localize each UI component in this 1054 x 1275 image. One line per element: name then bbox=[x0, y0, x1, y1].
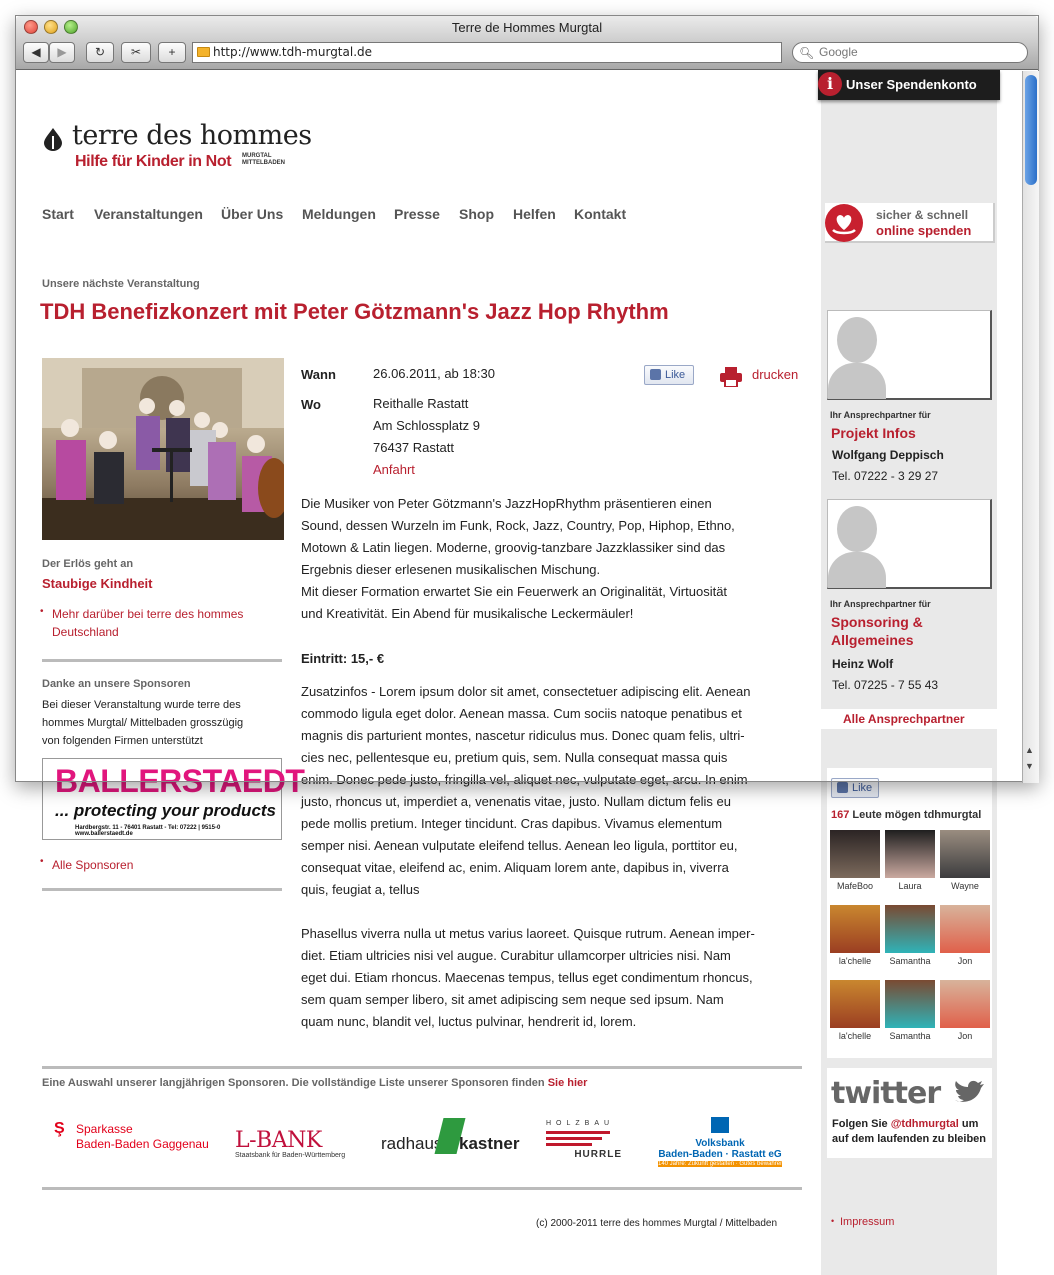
all-sponsors-link[interactable]: Alle Sponsoren bbox=[52, 856, 133, 874]
fan-avatar[interactable]: Samantha bbox=[885, 905, 935, 966]
holzbau-hurrle-logo[interactable]: HOLZBAU HURRLE bbox=[546, 1120, 622, 1170]
twitter-bird-icon bbox=[955, 1080, 984, 1102]
bullet-icon: • bbox=[40, 856, 44, 867]
forward-button[interactable]: ▶ bbox=[49, 42, 75, 63]
extra-info-2: Phasellus viverra nulla ut metus varius … bbox=[301, 926, 755, 1029]
scroll-up-icon[interactable]: ▲ bbox=[1025, 745, 1034, 755]
url-field[interactable]: http://www.tdh-murgtal.de bbox=[192, 42, 782, 63]
like-count: 167 Leute mögen tdhmurgtal bbox=[831, 809, 982, 821]
back-button[interactable]: ◀ bbox=[23, 42, 49, 63]
fan-avatar[interactable]: Laura bbox=[885, 830, 935, 891]
impressum-link[interactable]: Impressum bbox=[840, 1216, 894, 1228]
thumbs-up-icon bbox=[837, 782, 848, 793]
search-icon: 🔍︎ bbox=[799, 46, 815, 60]
fan-avatar[interactable]: la'chelle bbox=[830, 905, 880, 966]
copyright: (c) 2000-2011 terre des hommes Murgtal /… bbox=[536, 1218, 778, 1229]
sponsors-list-link[interactable]: Sie hier bbox=[548, 1077, 588, 1089]
twitter-logo: twitter bbox=[831, 1076, 941, 1111]
snip-icon[interactable]: ✂ bbox=[121, 42, 151, 63]
fan-avatar[interactable]: Jon bbox=[940, 980, 990, 1041]
browser-toolbar: ◀ ▶ ↻ ✂ + http://www.tdh-murgtal.de 🔍︎ G… bbox=[16, 40, 1038, 70]
footer-sponsors-text: Eine Auswahl unserer langjährigen Sponso… bbox=[42, 1077, 588, 1089]
add-bookmark-button[interactable]: + bbox=[158, 42, 186, 63]
twitter-follow-text: Folgen Sie @tdhmurgtal um auf dem laufen… bbox=[832, 1118, 987, 1145]
scroll-down-icon[interactable]: ▼ bbox=[1025, 761, 1034, 771]
lbank-logo[interactable]: L-BANK Staatsbank für Baden-Württemberg bbox=[235, 1128, 345, 1159]
ad-address: Hardbergstr. 11 - 76401 Rastatt - Tel: 0… bbox=[75, 825, 221, 837]
volksbank-x-icon bbox=[711, 1117, 729, 1133]
fan-avatar[interactable]: Jon bbox=[940, 905, 990, 966]
scrollbar[interactable]: ▲ ▼ bbox=[1022, 71, 1039, 783]
fan-avatar[interactable]: la'chelle bbox=[830, 980, 880, 1041]
scroll-thumb[interactable] bbox=[1025, 75, 1037, 185]
title-bar: Terre de Hommes Murgtal bbox=[16, 16, 1038, 40]
radhaus-kastner-logo[interactable]: radhaus kastner bbox=[381, 1118, 519, 1168]
twitter-handle[interactable]: @tdhmurgtal bbox=[891, 1118, 959, 1130]
facebook-widget: Like 167 Leute mögen tdhmurgtal MafeBoo … bbox=[827, 768, 992, 1058]
window-title: Terre de Hommes Murgtal bbox=[451, 20, 603, 35]
divider bbox=[42, 1066, 802, 1069]
divider bbox=[42, 1187, 802, 1190]
reload-icon[interactable]: ↻ bbox=[86, 42, 114, 63]
fan-avatar[interactable]: Wayne bbox=[940, 830, 990, 891]
browser-window: Terre de Hommes Murgtal ◀ ▶ ↻ ✂ + http:/… bbox=[15, 15, 1039, 783]
fan-avatar[interactable]: MafeBoo bbox=[830, 830, 880, 891]
sparkasse-s-icon: Ş bbox=[54, 1120, 65, 1137]
twitter-widget[interactable]: twitter Folgen Sie @tdhmurgtal um auf de… bbox=[827, 1068, 992, 1158]
search-input[interactable]: 🔍︎ Google bbox=[792, 42, 1028, 63]
volksbank-logo[interactable]: Volksbank Baden-Baden · Rastatt eG 140 J… bbox=[658, 1117, 782, 1169]
ad-claim: ... protecting your products bbox=[55, 801, 277, 820]
folder-icon bbox=[197, 47, 210, 57]
divider bbox=[42, 888, 282, 891]
fan-avatar[interactable]: Samantha bbox=[885, 980, 935, 1041]
bullet-icon: • bbox=[831, 1216, 835, 1226]
